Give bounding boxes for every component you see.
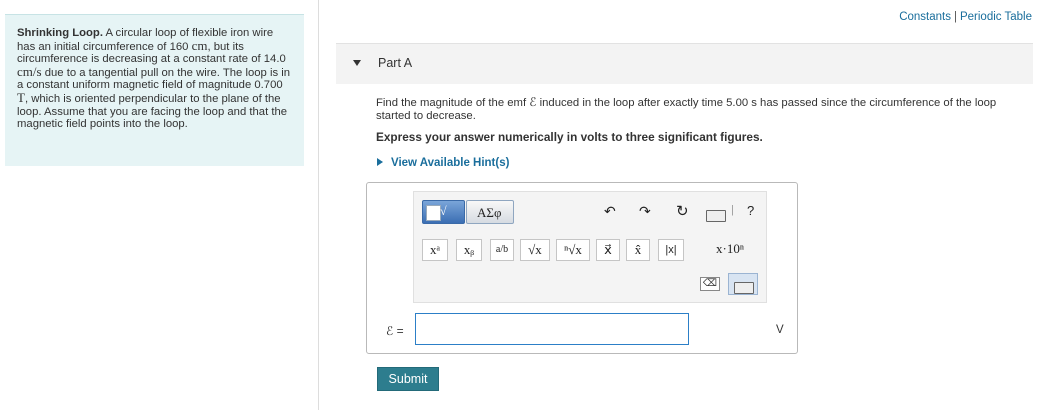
help-button[interactable]: ? (747, 203, 754, 218)
sqrt-template-icon: √ (440, 204, 447, 218)
unit-cm: cm (191, 37, 208, 53)
question-text-1: Find the magnitude of the emf (376, 97, 527, 109)
link-separator: | (953, 11, 957, 23)
nth-root-button[interactable]: ⁿ√x (556, 239, 590, 261)
templates-button[interactable]: √ (422, 200, 465, 224)
constants-link[interactable]: Constants (899, 11, 951, 23)
template-box-icon (426, 205, 441, 221)
answer-input[interactable] (415, 313, 689, 345)
view-hints-link[interactable]: View Available Hint(s) (377, 157, 509, 169)
undo-icon[interactable]: ↶ (604, 203, 616, 220)
answer-unit: V (776, 324, 784, 336)
top-links: Constants | Periodic Table (899, 11, 1032, 23)
sqrt-button[interactable]: √x (520, 239, 550, 261)
panel-divider (318, 0, 319, 410)
expand-caret-icon (377, 158, 383, 166)
math-toolbar: √ ΑΣφ ↶ ↷ ↻ | ? xᵃ xᵦ a/b √x ⁿ√x x⃗ x̂ |… (413, 191, 767, 303)
part-a-header[interactable]: Part A (336, 43, 1033, 84)
greek-label: ΑΣφ (477, 205, 502, 220)
reset-icon[interactable]: ↻ (676, 202, 689, 220)
toolbar-separator: | (731, 204, 734, 216)
problem-statement: Shrinking Loop. A circular loop of flexi… (5, 14, 304, 166)
problem-title: Shrinking Loop. (17, 27, 103, 39)
problem-text-3: due to a tangential pull on the wire. Th… (17, 66, 291, 92)
subscript-button[interactable]: xᵦ (456, 239, 482, 261)
hints-label: View Available Hint(s) (391, 157, 510, 169)
answer-label: ℰ = (386, 324, 404, 338)
unit-vector-button[interactable]: x̂ (626, 239, 650, 261)
unit-tesla: T (17, 89, 25, 105)
scientific-notation-button[interactable]: x·10ⁿ (700, 239, 760, 261)
problem-text-4: , which is oriented perpendicular to the… (17, 92, 288, 131)
redo-icon[interactable]: ↷ (639, 203, 651, 220)
backspace-icon[interactable]: ⌫ (700, 277, 720, 291)
emf-symbol: ℰ (529, 95, 537, 109)
fraction-button[interactable]: a/b (490, 239, 514, 261)
keyboard-toggle-button[interactable] (728, 273, 758, 295)
part-title: Part A (378, 56, 413, 70)
absolute-value-button[interactable]: |x| (658, 239, 684, 261)
unit-rate: cm/s (17, 63, 42, 79)
vector-button[interactable]: x⃗ (596, 239, 620, 261)
greek-symbols-button[interactable]: ΑΣφ (466, 200, 514, 224)
instruction-text: Express your answer numerically in volts… (376, 130, 763, 144)
collapse-caret-icon[interactable] (353, 60, 361, 66)
periodic-table-link[interactable]: Periodic Table (960, 11, 1032, 23)
superscript-button[interactable]: xᵃ (422, 239, 448, 261)
submit-button[interactable]: Submit (377, 367, 439, 391)
keyboard-toggle-icon (734, 282, 754, 294)
question-text: Find the magnitude of the emf ℰ induced … (376, 96, 1026, 122)
keyboard-icon[interactable] (706, 210, 726, 222)
